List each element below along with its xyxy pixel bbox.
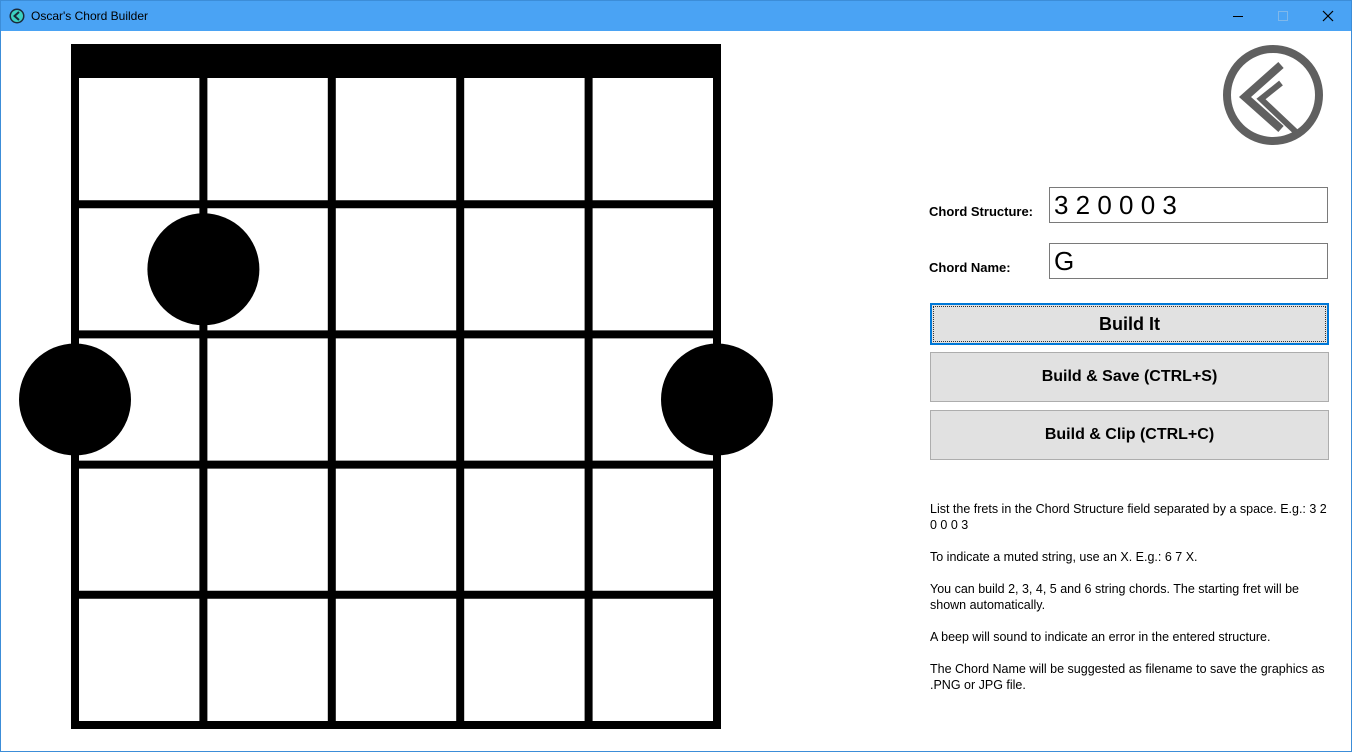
build-save-button[interactable]: Build & Save (CTRL+S) — [930, 352, 1329, 402]
maximize-icon — [1278, 11, 1288, 21]
build-clip-button[interactable]: Build & Clip (CTRL+C) — [930, 410, 1329, 460]
close-icon — [1322, 10, 1334, 22]
help-paragraph: You can build 2, 3, 4, 5 and 6 string ch… — [930, 582, 1299, 612]
help-text: List the frets in the Chord Structure fi… — [930, 501, 1330, 709]
window-title: Oscar's Chord Builder — [31, 9, 148, 23]
chord-structure-input[interactable] — [1049, 187, 1328, 223]
chord-name-label: Chord Name: — [929, 260, 1011, 275]
build-button[interactable]: Build It — [930, 303, 1329, 345]
help-paragraph: A beep will sound to indicate an error i… — [930, 630, 1271, 644]
chord-diagram — [19, 44, 773, 729]
minimize-button[interactable] — [1215, 1, 1261, 31]
build-clip-button-label: Build & Clip (CTRL+C) — [1044, 426, 1215, 443]
help-paragraph: List the frets in the Chord Structure fi… — [930, 502, 1327, 532]
finger-dot — [19, 343, 131, 456]
build-save-button-label: Build & Save (CTRL+S) — [1041, 368, 1218, 385]
maximize-button[interactable] — [1260, 1, 1306, 31]
chord-name-input[interactable] — [1049, 243, 1328, 279]
build-button-label: Build It — [1099, 313, 1160, 334]
help-paragraph: To indicate a muted string, use an X. E.… — [930, 550, 1198, 564]
finger-dot — [147, 213, 260, 326]
nut — [71, 44, 721, 74]
app-logo-icon — [9, 8, 25, 24]
minimize-icon — [1233, 16, 1243, 17]
help-paragraph: The Chord Name will be suggested as file… — [930, 662, 1325, 692]
brand-logo-icon — [1223, 45, 1323, 145]
close-button[interactable] — [1305, 1, 1351, 31]
finger-dot — [661, 343, 773, 456]
chord-structure-label: Chord Structure: — [929, 204, 1033, 219]
app-window: Oscar's Chord Builder Chord Structure: C… — [0, 0, 1352, 752]
title-bar[interactable]: Oscar's Chord Builder — [1, 1, 1351, 31]
